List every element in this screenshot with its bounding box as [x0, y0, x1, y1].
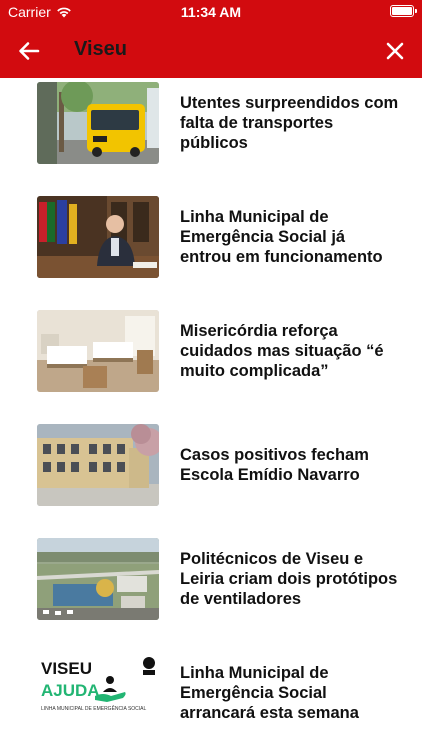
viseu-ajuda-logo: VISEU AJUDA LINHA MUNICIPAL DE EMERGÊNCI… — [37, 652, 159, 734]
article-title: Misericórdia reforça cuidados mas situaç… — [180, 322, 384, 380]
article-list[interactable]: Utentes surpreendidos com falta de trans… — [0, 78, 422, 750]
article-thumbnail: VISEU AJUDA LINHA MUNICIPAL DE EMERGÊNCI… — [37, 652, 159, 734]
status-time: 11:34 AM — [180, 4, 242, 20]
back-button[interactable] — [14, 36, 44, 66]
status-bar: Carrier 11:34 AM — [0, 0, 422, 24]
list-item[interactable]: Politécnicos de Viseu e Leiria criam doi… — [0, 534, 422, 648]
app-header: Carrier 11:34 AM Viseu — [0, 0, 422, 78]
article-title: Linha Municipal de Emergência Social já … — [180, 208, 383, 266]
battery-icon — [390, 5, 417, 17]
nav-bar: Viseu — [0, 24, 422, 78]
article-title: Casos positivos fecham Escola Emídio Nav… — [180, 446, 369, 484]
list-item[interactable]: Misericórdia reforça cuidados mas situaç… — [0, 306, 422, 420]
article-thumbnail — [37, 310, 159, 392]
list-item[interactable]: Utentes surpreendidos com falta de trans… — [0, 78, 422, 192]
page-title: Viseu — [74, 38, 127, 60]
close-button[interactable] — [380, 36, 410, 66]
list-item[interactable]: VISEU AJUDA LINHA MUNICIPAL DE EMERGÊNCI… — [0, 648, 422, 750]
article-title: Politécnicos de Viseu e Leiria criam doi… — [180, 550, 398, 608]
arrow-left-icon — [19, 42, 40, 60]
bus-photo — [37, 82, 159, 164]
article-thumbnail — [37, 538, 159, 620]
room-photo — [37, 310, 159, 392]
article-thumbnail — [37, 196, 159, 278]
svg-text:LINHA MUNICIPAL DE EMERGÊNCIA: LINHA MUNICIPAL DE EMERGÊNCIA SOCIAL — [41, 704, 147, 712]
svg-text:VISEU: VISEU — [41, 659, 92, 678]
svg-text:AJUDA: AJUDA — [41, 681, 100, 700]
close-icon — [386, 42, 404, 60]
official-photo — [37, 196, 159, 278]
aerial-photo — [37, 538, 159, 620]
school-photo — [37, 424, 159, 506]
list-item[interactable]: Linha Municipal de Emergência Social já … — [0, 192, 422, 306]
article-thumbnail — [37, 424, 159, 506]
article-thumbnail — [37, 82, 159, 164]
article-title: Linha Municipal de Emergência Social arr… — [180, 664, 359, 722]
article-title: Utentes surpreendidos com falta de trans… — [180, 94, 399, 152]
list-item[interactable]: Casos positivos fecham Escola Emídio Nav… — [0, 420, 422, 534]
